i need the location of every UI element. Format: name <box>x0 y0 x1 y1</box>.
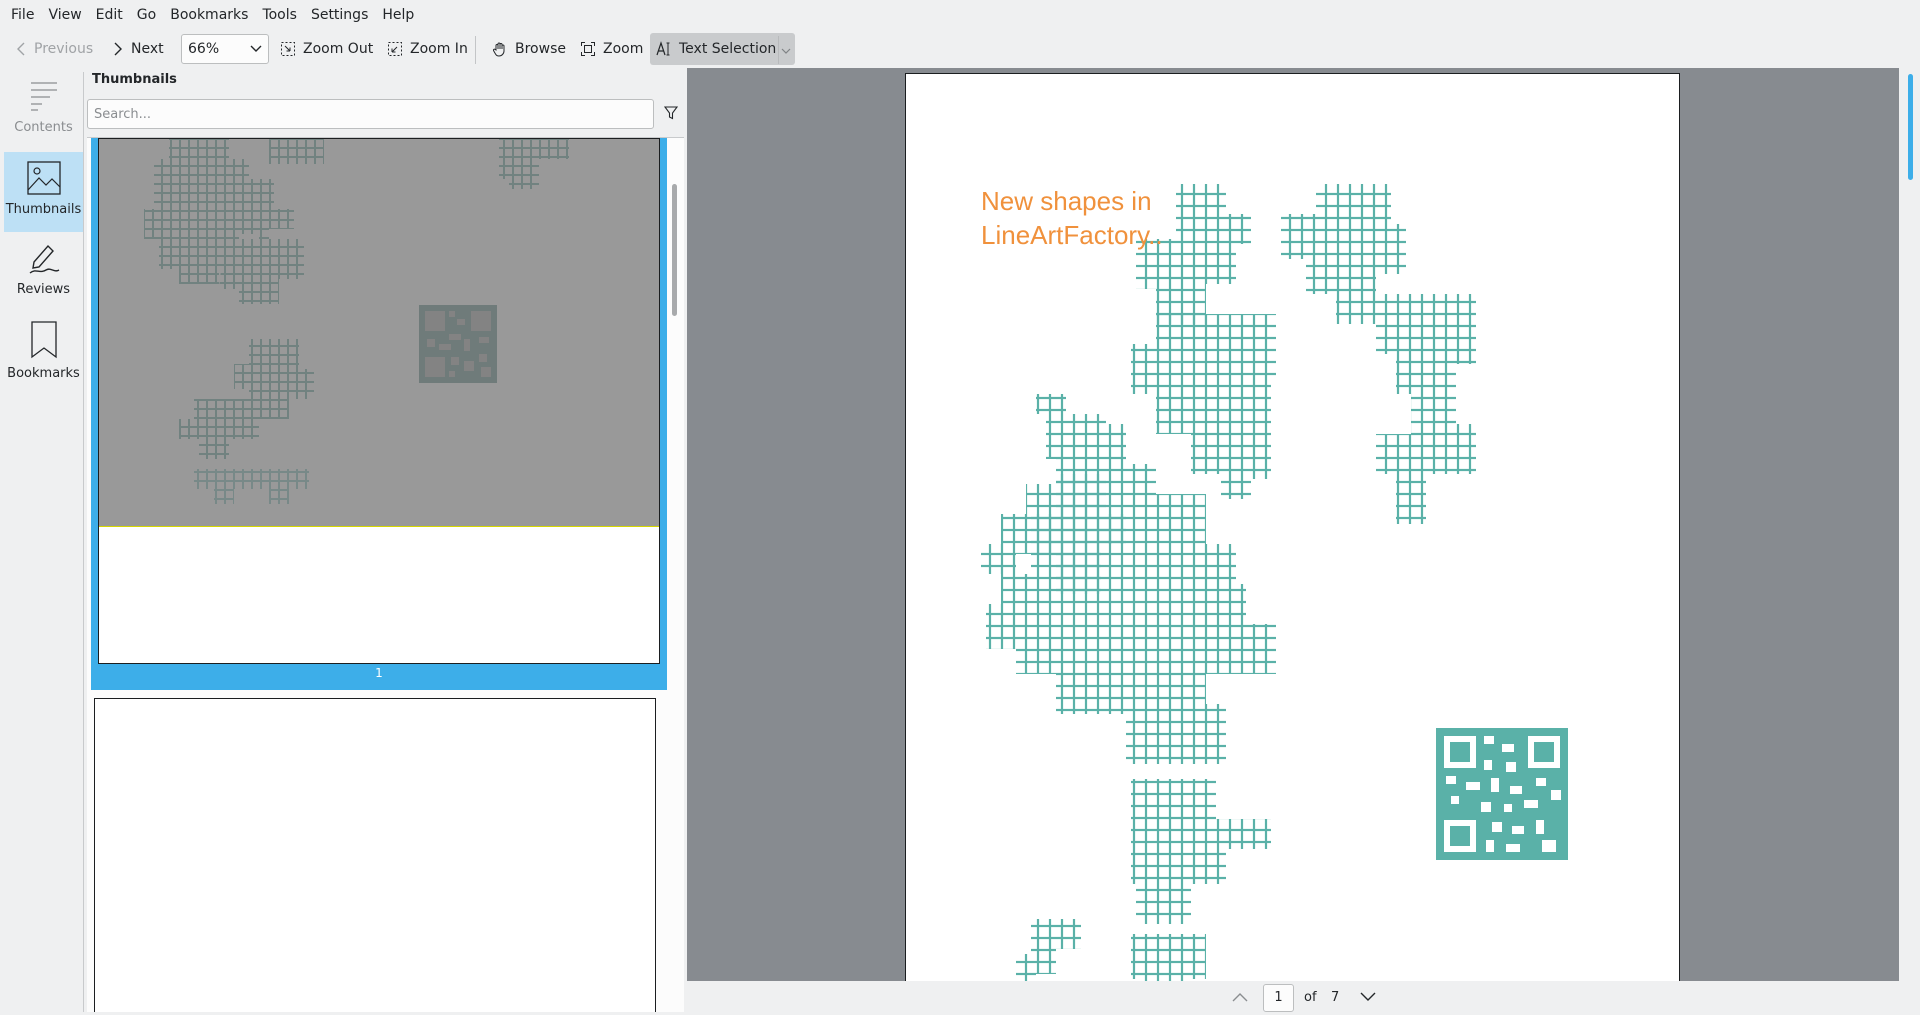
sidebar-item-label: Thumbnails <box>5 202 82 217</box>
next-button[interactable]: Next <box>106 33 170 65</box>
thumbnail-page-1[interactable]: 1 <box>91 138 667 690</box>
next-label: Next <box>131 41 164 57</box>
zoom-value: 66% <box>188 41 220 57</box>
text-selection-button[interactable]: Text Selection <box>650 33 795 65</box>
zoom-in-label: Zoom In <box>410 41 468 57</box>
total-pages-label: 7 <box>1331 990 1340 1005</box>
sidebar: Contents Thumbnails Reviews Bookmarks <box>2 72 84 1012</box>
heading-line-2: LineArtFactory.. <box>981 220 1163 250</box>
page-heading: New shapes in LineArtFactory.. <box>981 184 1281 252</box>
document-viewer[interactable]: New shapes in LineArtFactory.. <box>687 68 1920 981</box>
zoom-in-icon <box>388 42 402 56</box>
bookmarks-icon <box>30 321 57 359</box>
sidebar-item-reviews[interactable]: Reviews <box>4 232 83 312</box>
browse-button[interactable]: Browse <box>486 33 572 65</box>
zoom-out-label: Zoom Out <box>303 41 374 57</box>
previous-label: Previous <box>34 41 94 57</box>
previous-button[interactable]: Previous <box>9 33 99 65</box>
reviews-icon <box>29 244 59 274</box>
document-page: New shapes in LineArtFactory.. <box>905 73 1680 981</box>
split-divider <box>778 36 779 64</box>
zoom-tool-button[interactable]: Zoom <box>574 33 649 65</box>
thumbnail-scrollbar[interactable] <box>672 184 677 316</box>
browse-label: Browse <box>515 41 566 57</box>
page-number-input[interactable]: 1 <box>1263 984 1294 1012</box>
menu-edit[interactable]: Edit <box>89 0 130 30</box>
sidebar-item-thumbnails[interactable]: Thumbnails <box>4 152 83 232</box>
text-selection-label: Text Selection <box>679 41 777 57</box>
sidebar-item-label: Contents <box>14 120 73 135</box>
menu-file[interactable]: File <box>4 0 41 30</box>
zoom-out-icon <box>281 42 295 56</box>
chevron-down-icon[interactable] <box>1359 991 1377 1003</box>
zoom-select[interactable]: 66% <box>181 34 269 64</box>
toolbar-separator <box>475 36 476 64</box>
thumbnail-list[interactable]: 1 <box>87 137 684 1012</box>
thumbnail-search-input[interactable] <box>87 99 654 129</box>
menu-settings[interactable]: Settings <box>304 0 375 30</box>
sidebar-item-label: Reviews <box>16 282 71 297</box>
heading-line-1: New shapes in <box>981 186 1152 216</box>
of-label: of <box>1304 990 1317 1005</box>
viewer-scrollbar-handle[interactable] <box>1908 74 1913 180</box>
thumbnails-icon <box>26 161 61 195</box>
chevron-down-icon <box>250 45 262 52</box>
zoom-tool-label: Zoom <box>603 41 644 57</box>
chevron-right-icon <box>114 42 122 56</box>
menu-bar: File View Edit Go Bookmarks Tools Settin… <box>0 0 1920 30</box>
thumbnail-page-number: 1 <box>375 666 383 680</box>
menu-tools[interactable]: Tools <box>255 0 304 30</box>
sidebar-item-contents[interactable]: Contents <box>4 72 83 152</box>
chevron-down-icon[interactable] <box>781 47 791 55</box>
visible-area-overlay[interactable] <box>99 139 659 527</box>
text-select-icon <box>656 41 670 56</box>
zoom-area-icon <box>581 42 595 56</box>
zoom-in-button[interactable]: Zoom In <box>381 33 474 65</box>
menu-bookmarks[interactable]: Bookmarks <box>163 0 255 30</box>
sidebar-item-bookmarks[interactable]: Bookmarks <box>4 312 83 392</box>
menu-go[interactable]: Go <box>130 0 163 30</box>
hand-icon <box>492 42 505 57</box>
thumbnails-title: Thumbnails <box>92 72 177 87</box>
menu-help[interactable]: Help <box>375 0 421 30</box>
chevron-left-icon <box>17 42 25 56</box>
thumbnail-page-2[interactable] <box>94 698 656 1012</box>
sidebar-item-label: Bookmarks <box>7 366 80 381</box>
chevron-up-icon[interactable] <box>1231 991 1249 1003</box>
filter-icon[interactable] <box>664 106 678 120</box>
contents-icon <box>30 82 57 111</box>
viewer-scrollbar-track[interactable] <box>1899 68 1920 981</box>
zoom-out-button[interactable]: Zoom Out <box>274 33 379 65</box>
thumbnail-page-preview <box>98 138 660 664</box>
menu-view[interactable]: View <box>41 0 88 30</box>
